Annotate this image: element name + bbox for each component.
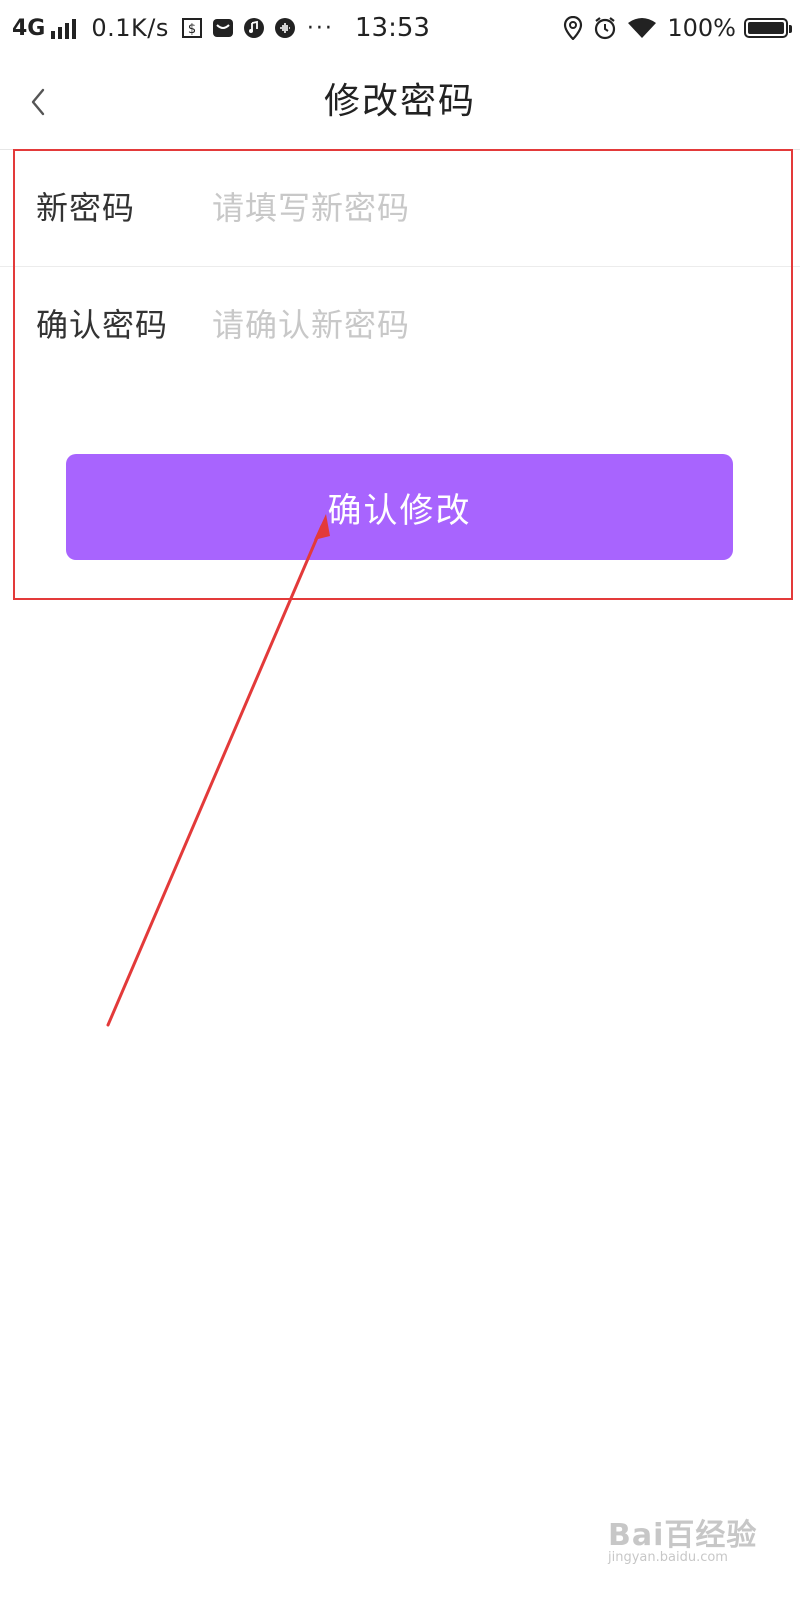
- location-icon: [563, 16, 583, 40]
- music-notification-icon: [243, 17, 265, 39]
- notification-icons: $: [181, 17, 305, 39]
- signal-icon: [51, 17, 79, 39]
- status-bar: 4G 0.1K/s $ ··· 13:53 100%: [0, 0, 800, 56]
- confirm-password-input[interactable]: [212, 297, 752, 353]
- battery-level: [748, 22, 784, 34]
- new-password-row: 新密码: [0, 150, 800, 266]
- svg-text:$: $: [188, 22, 196, 37]
- confirm-password-label: 确认密码: [36, 306, 169, 344]
- dollar-notification-icon: $: [181, 17, 203, 39]
- network-speed: 0.1K/s: [91, 14, 169, 42]
- new-password-input[interactable]: [212, 180, 752, 236]
- watermark-domain: jingyan.baidu.com: [608, 1550, 728, 1565]
- new-password-label: 新密码: [36, 189, 136, 227]
- battery-percent: 100%: [667, 14, 736, 42]
- status-time: 13:53: [355, 13, 430, 43]
- nav-header: 修改密码: [0, 56, 800, 148]
- app-screen: 4G 0.1K/s $ ··· 13:53 100% 修改密码 新密码 确认密码…: [0, 0, 800, 1600]
- watermark: Bai百经验 jingyan.baidu.com: [608, 1510, 758, 1570]
- wifi-icon: [627, 17, 657, 39]
- battery-icon: [744, 18, 792, 38]
- status-bar-left: 4G 0.1K/s $ ···: [12, 10, 334, 46]
- watermark-logo: Bai百经验: [608, 1518, 758, 1553]
- network-type: 4G: [12, 15, 46, 41]
- status-bar-right: 100%: [563, 10, 792, 46]
- more-notifications-icon: ···: [306, 15, 334, 41]
- alarm-icon: [593, 16, 617, 40]
- confirm-change-button[interactable]: 确认修改: [66, 454, 733, 560]
- message-notification-icon: [212, 17, 234, 39]
- page-title: 修改密码: [323, 81, 476, 122]
- audio-notification-icon: [274, 17, 296, 39]
- confirm-password-row: 确认密码: [0, 267, 800, 383]
